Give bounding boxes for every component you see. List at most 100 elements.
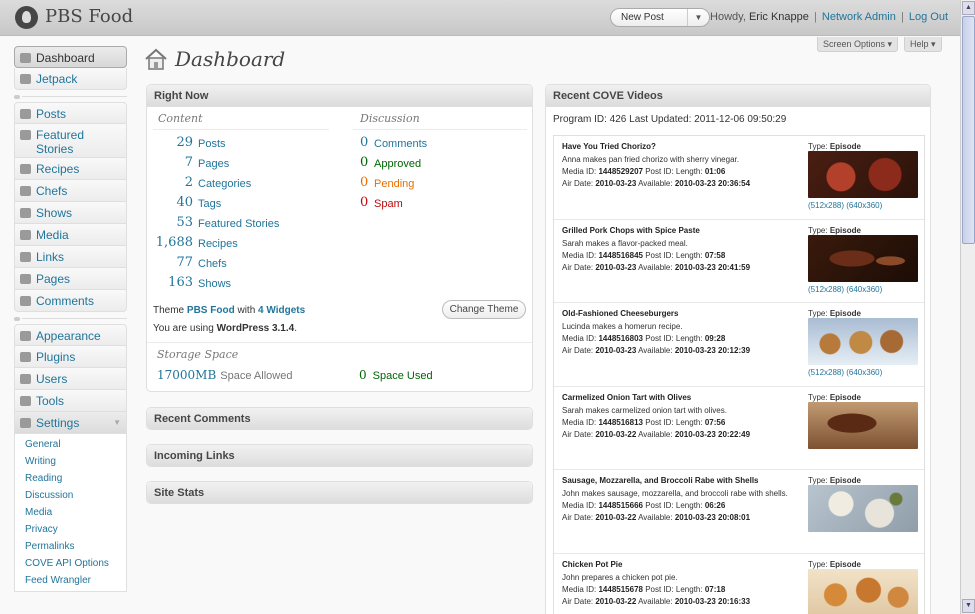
menu-item-posts[interactable]: Posts: [14, 102, 127, 124]
video-title[interactable]: Chicken Pot Pie: [562, 560, 622, 569]
menu-item-settings[interactable]: Settings ▼: [14, 412, 127, 434]
count-value[interactable]: 0: [360, 135, 368, 150]
video-thumbnail[interactable]: [808, 568, 918, 614]
count-label[interactable]: Comments: [374, 138, 427, 150]
favorite-actions-dropdown[interactable]: New Post ▼: [610, 8, 710, 27]
pbs-logo-icon[interactable]: [15, 6, 38, 29]
count-label[interactable]: Pending: [374, 178, 414, 190]
network-admin-link[interactable]: Network Admin: [822, 11, 896, 23]
menu-item-tools[interactable]: Tools: [14, 390, 127, 412]
content-count-row[interactable]: 53 Featured Stories: [153, 215, 279, 235]
menu-item-recipes[interactable]: Recipes: [14, 158, 127, 180]
count-value[interactable]: 29: [176, 135, 193, 150]
content-count-row[interactable]: 29 Posts: [153, 135, 225, 155]
menu-item-featured-stories[interactable]: Featured Stories: [14, 124, 127, 158]
count-value[interactable]: 163: [168, 275, 193, 290]
count-value[interactable]: 0: [360, 175, 368, 190]
widget-title[interactable]: Incoming Links: [147, 445, 532, 466]
count-label[interactable]: Categories: [198, 178, 251, 190]
count-label[interactable]: Posts: [198, 138, 226, 150]
recent-comments-widget[interactable]: Recent Comments: [146, 407, 533, 430]
content-count-row[interactable]: 2 Categories: [153, 175, 251, 195]
count-label[interactable]: Recipes: [198, 238, 238, 250]
video-thumbnail[interactable]: [808, 318, 918, 365]
menu-item-appearance[interactable]: Appearance: [14, 324, 127, 346]
count-label[interactable]: Spam: [374, 198, 403, 210]
video-title[interactable]: Carmelized Onion Tart with Olives: [562, 393, 691, 402]
menu-item-users[interactable]: Users: [14, 368, 127, 390]
video-title[interactable]: Have You Tried Chorizo?: [562, 142, 656, 151]
count-value[interactable]: 0: [360, 195, 368, 210]
video-title[interactable]: Sausage, Mozzarella, and Broccoli Rabe w…: [562, 476, 759, 485]
submenu-item[interactable]: Feed Wrangler: [15, 572, 126, 589]
content-count-row[interactable]: 1,688 Recipes: [153, 235, 238, 255]
video-thumbnail[interactable]: [808, 234, 918, 282]
content-count-row[interactable]: 40 Tags: [153, 195, 221, 215]
video-thumbnail[interactable]: [808, 485, 918, 532]
count-label[interactable]: Shows: [198, 278, 231, 290]
theme-link[interactable]: PBS Food: [187, 305, 235, 316]
video-title[interactable]: Old-Fashioned Cheeseburgers: [562, 309, 678, 318]
submenu-item[interactable]: Media: [15, 504, 126, 521]
menu-item-links[interactable]: Links: [14, 246, 127, 268]
content-count-row[interactable]: 77 Chefs: [153, 255, 226, 275]
content-count-row[interactable]: 163 Shows: [153, 275, 231, 295]
count-value[interactable]: 2: [185, 175, 193, 190]
site-title[interactable]: PBS Food: [45, 6, 133, 27]
count-label[interactable]: Chefs: [198, 258, 227, 270]
scroll-down-icon[interactable]: ▼: [962, 599, 975, 613]
submenu-item[interactable]: COVE API Options: [15, 555, 126, 572]
count-value[interactable]: 40: [176, 195, 193, 210]
change-theme-button[interactable]: Change Theme: [442, 300, 526, 319]
count-value[interactable]: 7: [185, 155, 193, 170]
widget-title[interactable]: Right Now: [147, 85, 532, 107]
chevron-down-icon[interactable]: ▼: [687, 9, 709, 26]
video-size-links[interactable]: (512x288) (640x360): [808, 201, 882, 210]
menu-item-jetpack[interactable]: Jetpack: [14, 68, 127, 90]
submenu-item[interactable]: Privacy: [15, 521, 126, 538]
count-label[interactable]: Tags: [198, 198, 221, 210]
widgets-link[interactable]: 4 Widgets: [258, 305, 305, 316]
count-label[interactable]: Approved: [374, 158, 421, 170]
widget-title[interactable]: Recent COVE Videos: [546, 85, 930, 107]
count-value[interactable]: 53: [176, 215, 193, 230]
collapse-arrow-icon[interactable]: ▼: [113, 418, 121, 427]
submenu-item[interactable]: Discussion: [15, 487, 126, 504]
video-thumbnail[interactable]: [808, 401, 918, 449]
screen-options-button[interactable]: Screen Options ▾: [817, 37, 899, 52]
widget-title[interactable]: Recent Comments: [147, 408, 532, 429]
submenu-item[interactable]: Permalinks: [15, 538, 126, 555]
video-size-links[interactable]: (512x288) (640x360): [808, 285, 882, 294]
menu-item-dashboard[interactable]: Dashboard: [14, 46, 127, 68]
logout-link[interactable]: Log Out: [909, 11, 948, 23]
submenu-item[interactable]: General: [15, 436, 126, 453]
count-value[interactable]: 77: [176, 255, 193, 270]
help-button[interactable]: Help ▾: [904, 37, 942, 52]
user-name-link[interactable]: Eric Knappe: [749, 11, 809, 23]
storage-used[interactable]: 0 Space Used: [359, 368, 433, 382]
count-label[interactable]: Pages: [198, 158, 229, 170]
submenu-item[interactable]: Reading: [15, 470, 126, 487]
window-scrollbar[interactable]: ▲ ▼: [960, 0, 975, 614]
submenu-item[interactable]: Writing: [15, 453, 126, 470]
count-value[interactable]: 1,688: [156, 235, 193, 250]
scroll-up-icon[interactable]: ▲: [962, 1, 975, 15]
new-post-button[interactable]: New Post: [621, 12, 664, 23]
video-thumbnail[interactable]: [808, 151, 918, 198]
menu-item-comments[interactable]: Comments: [14, 290, 127, 312]
menu-item-chefs[interactable]: Chefs: [14, 180, 127, 202]
menu-item-pages[interactable]: Pages: [14, 268, 127, 290]
video-title[interactable]: Grilled Pork Chops with Spice Paste: [562, 226, 700, 235]
content-count-row[interactable]: 7 Pages: [153, 155, 229, 175]
site-stats-widget[interactable]: Site Stats: [146, 481, 533, 504]
incoming-links-widget[interactable]: Incoming Links: [146, 444, 533, 467]
count-label[interactable]: Featured Stories: [198, 218, 279, 230]
video-size-links[interactable]: (512x288) (640x360): [808, 368, 882, 377]
menu-item-media[interactable]: Media: [14, 224, 127, 246]
scrollbar-thumb[interactable]: [962, 16, 975, 244]
storage-allowed[interactable]: 17000MB Space Allowed: [157, 368, 292, 382]
menu-item-shows[interactable]: Shows: [14, 202, 127, 224]
widget-title[interactable]: Site Stats: [147, 482, 532, 503]
count-value[interactable]: 0: [360, 155, 368, 170]
menu-item-plugins[interactable]: Plugins: [14, 346, 127, 368]
